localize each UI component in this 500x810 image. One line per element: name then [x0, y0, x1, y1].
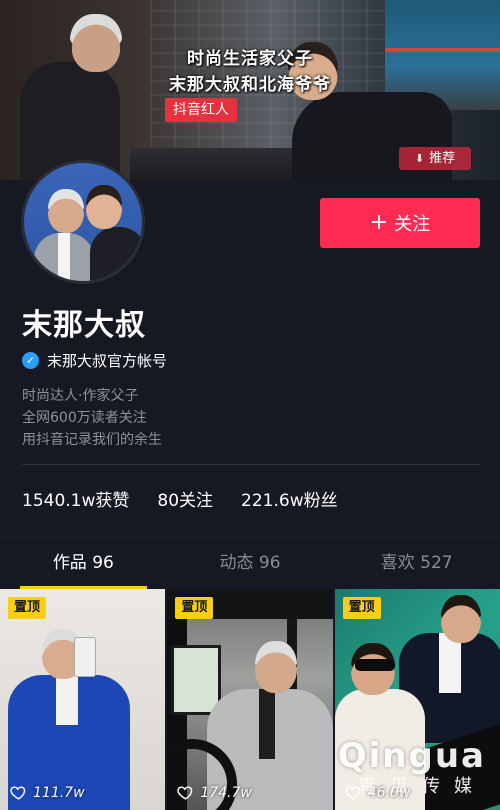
heart-icon — [177, 786, 193, 800]
avatar[interactable] — [21, 160, 145, 284]
verified-row: ✓ 末那大叔官方帐号 — [22, 350, 167, 371]
video-likes: 111.7w — [10, 784, 85, 801]
heart-icon — [10, 786, 26, 800]
follow-button[interactable]: + 关注 — [320, 198, 480, 248]
bio-line: 时尚达人·作家父子 — [22, 388, 139, 404]
pinned-badge: 置顶 — [342, 597, 381, 619]
video-likes-count: 111.7w — [33, 784, 85, 801]
bio-line: 用抖音记录我们的余生 — [22, 432, 162, 448]
cover-caption-line1: 时尚生活家父子 — [187, 49, 313, 69]
followers-count[interactable]: 221.6w粉丝 — [241, 486, 338, 511]
video-thumbnail[interactable]: 置顶 111.7w — [0, 589, 166, 810]
tab-liked[interactable]: 喜欢 527 — [333, 538, 500, 589]
profile-tabs: 作品 96 动态 96 喜欢 527 — [0, 537, 500, 589]
cover-tag: 抖音红人 — [165, 98, 237, 122]
recommend-button[interactable]: ⬇ 推荐 — [399, 147, 471, 170]
profile-bio: 时尚达人·作家父子 全网600万读者关注 用抖音记录我们的余生 — [22, 385, 162, 451]
pinned-badge: 置顶 — [8, 597, 47, 619]
tab-activity[interactable]: 动态 96 — [167, 538, 334, 589]
follow-label: 关注 — [394, 214, 431, 235]
pinned-badge: 置顶 — [175, 597, 214, 619]
recommend-label: 推荐 — [429, 151, 456, 166]
profile-cover-image: 时尚生活家父子 末那大叔和北海爷爷 抖音红人 ⬇ 推荐 — [0, 0, 500, 180]
watermark-logo: Qingua 青瓜传媒 — [338, 736, 486, 798]
video-likes-count: 174.7w — [200, 784, 252, 801]
cover-caption-line2: 末那大叔和北海爷爷 — [169, 75, 331, 95]
arrow-down-icon: ⬇ — [414, 152, 425, 165]
verified-label: 末那大叔官方帐号 — [47, 352, 168, 370]
video-thumbnail[interactable]: 置顶 174.7w — [167, 589, 333, 810]
profile-nickname: 末那大叔 — [22, 308, 146, 343]
cover-person-elder — [10, 10, 122, 180]
video-likes: 174.7w — [177, 784, 252, 801]
verified-check-icon: ✓ — [22, 352, 39, 369]
plus-icon: + — [369, 210, 389, 235]
tab-works[interactable]: 作品 96 — [0, 538, 167, 589]
likes-count: 1540.1w获赞 — [22, 491, 130, 511]
watermark-brand: Qingua — [337, 736, 486, 776]
bio-line: 全网600万读者关注 — [22, 410, 147, 426]
watermark-brand-cn: 青瓜传媒 — [358, 776, 486, 797]
following-count[interactable]: 80关注 — [157, 486, 213, 511]
profile-stats: 1540.1w获赞 80关注 221.6w粉丝 — [22, 486, 338, 511]
divider — [22, 464, 480, 465]
